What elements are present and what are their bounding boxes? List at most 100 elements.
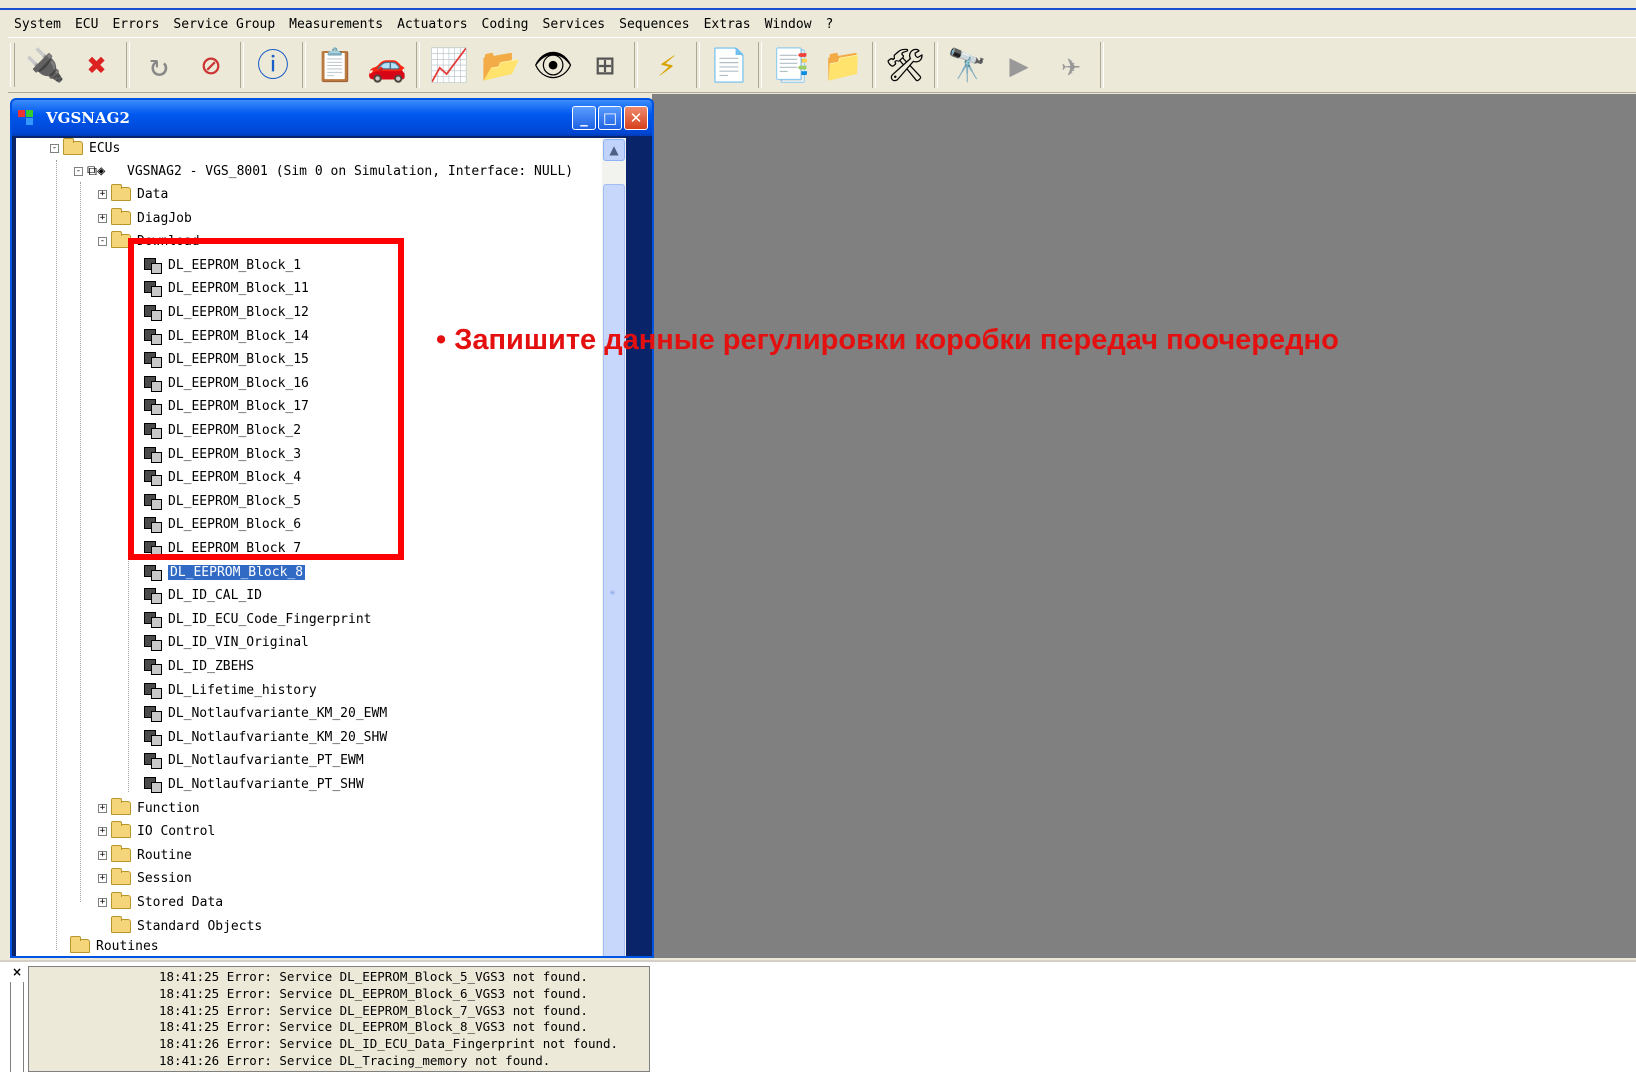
tree-node-group[interactable]: + DiagJob <box>98 208 192 228</box>
menu-sequences[interactable]: Sequences <box>619 17 689 32</box>
tree-label: DL_Notlaufvariante_PT_SHW <box>168 776 364 792</box>
job-icon <box>144 610 162 628</box>
import-icon[interactable]: 📁 <box>817 41 869 89</box>
menu-services[interactable]: Services <box>543 17 606 32</box>
menu-ecu[interactable]: ECU <box>75 17 98 32</box>
tree-node-job[interactable]: DL_EEPROM_Block_8 <box>144 562 306 582</box>
log-gutter[interactable] <box>10 982 24 1072</box>
binoculars-icon[interactable]: 🔭 <box>941 41 993 89</box>
log-close-icon[interactable]: × <box>12 965 22 979</box>
tree-node-group[interactable]: + Session <box>98 868 192 888</box>
scroll-up-icon[interactable]: ▲ <box>603 139 625 161</box>
graph-icon[interactable]: 📈 <box>423 41 475 89</box>
folder-icon <box>111 892 131 909</box>
no-refresh-icon[interactable]: ⊘ <box>185 41 237 89</box>
collapse-icon[interactable]: - <box>98 236 107 246</box>
network-icon[interactable]: ⊞ <box>579 41 631 89</box>
tree-node-job[interactable]: DL_ID_ZBEHS <box>144 656 254 676</box>
expand-icon[interactable]: + <box>98 826 107 836</box>
unplug-icon[interactable]: ✈ <box>1045 41 1097 89</box>
expand-icon[interactable]: + <box>98 873 107 883</box>
plug-icon[interactable]: ▶ <box>993 41 1045 89</box>
tree-label: DL_Notlaufvariante_KM_20_SHW <box>168 729 388 745</box>
folder-icon <box>111 845 131 862</box>
tree-node-routines[interactable]: Routines <box>70 936 159 956</box>
job-icon <box>144 728 162 746</box>
scroll-thumb[interactable]: ≡ <box>603 184 625 956</box>
disconnect-icon[interactable]: ✖ <box>71 41 123 89</box>
folder-icon <box>111 868 131 885</box>
tree-label: DL_Notlaufvariante_KM_20_EWM <box>168 705 388 721</box>
tree-label: DiagJob <box>137 210 192 226</box>
toolbar: 🔌 ✖ ↻ ⊘ ⓘ 📋 🚗 📈 📂 👁 ⊞ ⚡ 📄 📑 📁 🛠 🔭 ▶ ✈ <box>8 37 1636 93</box>
maximize-button[interactable]: □ <box>598 106 622 130</box>
expand-icon[interactable]: + <box>98 803 107 813</box>
window-titlebar[interactable]: VGSNAG2 _ □ ✕ <box>12 100 652 136</box>
log-line: 18:41:25 Error: Service DL_EEPROM_Block_… <box>159 969 588 984</box>
log-line: 18:41:25 Error: Service DL_EEPROM_Block_… <box>159 985 588 1001</box>
menu-system[interactable]: System <box>14 17 61 32</box>
expand-icon[interactable]: + <box>98 213 107 223</box>
menu-measurements[interactable]: Measurements <box>289 17 383 32</box>
menu-window[interactable]: Window <box>765 17 812 32</box>
menu-service-group[interactable]: Service Group <box>173 17 275 32</box>
job-icon <box>144 704 162 722</box>
menu-actuators[interactable]: Actuators <box>397 17 467 32</box>
tree-node-group[interactable]: + Function <box>98 798 200 818</box>
collapse-icon[interactable]: - <box>74 166 83 176</box>
tree-node-job[interactable]: DL_Notlaufvariante_KM_20_EWM <box>144 703 387 723</box>
menu-extras[interactable]: Extras <box>704 17 751 32</box>
collapse-icon[interactable]: - <box>50 143 59 153</box>
tree-label: DL_Lifetime_history <box>168 682 317 698</box>
log-line: 18:41:26 Error: Service DL_ID_ECU_Data_F… <box>159 1036 619 1052</box>
minimize-button[interactable]: _ <box>572 106 596 130</box>
expand-icon[interactable]: + <box>98 897 107 907</box>
toolbar-separator <box>126 42 130 88</box>
tools-icon[interactable]: 🛠 <box>879 41 931 89</box>
tree-node-job[interactable]: DL_ID_ECU_Code_Fingerprint <box>144 609 372 629</box>
tree-node-group[interactable]: + Data <box>98 184 168 204</box>
tree-node-group[interactable]: + IO Control <box>98 821 215 841</box>
tree-node-job[interactable]: DL_Notlaufvariante_PT_SHW <box>144 774 364 794</box>
tree-label: DL_Notlaufvariante_PT_EWM <box>168 752 364 768</box>
tree-node-job[interactable]: DL_ID_VIN_Original <box>144 632 309 652</box>
toolbar-separator <box>634 42 638 88</box>
tree-node-ecus[interactable]: - ECUs <box>50 138 120 158</box>
menu-coding[interactable]: Coding <box>482 17 529 32</box>
document-icon[interactable]: 📄 <box>703 41 755 89</box>
table-icon[interactable]: 📑 <box>765 41 817 89</box>
export-icon[interactable]: 📂 <box>475 41 527 89</box>
window-title: VGSNAG2 <box>46 109 130 127</box>
info-icon[interactable]: ⓘ <box>247 41 299 89</box>
folder-icon <box>111 798 131 815</box>
mdi-workspace <box>652 94 1636 958</box>
tree-node-job[interactable]: DL_Notlaufvariante_PT_EWM <box>144 750 364 770</box>
menu-help[interactable]: ? <box>826 17 834 32</box>
tree-node-group[interactable]: + Stored Data <box>98 892 223 912</box>
expand-icon[interactable]: + <box>98 850 107 860</box>
toolbar-grip[interactable] <box>10 43 15 87</box>
job-icon <box>144 633 162 651</box>
vehicle-icon[interactable]: 🚗 <box>361 41 413 89</box>
tree-node-group[interactable]: + Routine <box>98 845 192 865</box>
vertical-scrollbar[interactable]: ▲ ≡ <box>602 138 626 956</box>
tree-label: DL_EEPROM_Block_8 <box>168 564 306 580</box>
toolbar-separator <box>1100 42 1104 88</box>
tree-label: IO Control <box>137 823 216 839</box>
eye-icon[interactable]: 👁 <box>527 41 579 89</box>
connect-icon[interactable]: 🔌 <box>19 41 71 89</box>
tree-node-group[interactable]: Standard Objects <box>111 916 262 936</box>
tree-label: DL_ID_VIN_Original <box>168 634 309 650</box>
tree-guide-line <box>80 182 82 902</box>
close-button[interactable]: ✕ <box>624 106 648 130</box>
tree-node-job[interactable]: DL_Notlaufvariante_KM_20_SHW <box>144 727 387 747</box>
tree-node-job[interactable]: DL_Lifetime_history <box>144 680 317 700</box>
flash-icon[interactable]: ⚡ <box>641 41 693 89</box>
tree-label: Stored Data <box>137 894 224 910</box>
report-icon[interactable]: 📋 <box>309 41 361 89</box>
refresh-icon[interactable]: ↻ <box>133 41 185 89</box>
expand-icon[interactable]: + <box>98 189 107 199</box>
menu-errors[interactable]: Errors <box>112 17 159 32</box>
tree-node-ecu[interactable]: - ⧉◈ VGSNAG2 - VGS_8001 (Sim 0 on Simula… <box>74 161 573 181</box>
tree-node-job[interactable]: DL_ID_CAL_ID <box>144 585 262 605</box>
